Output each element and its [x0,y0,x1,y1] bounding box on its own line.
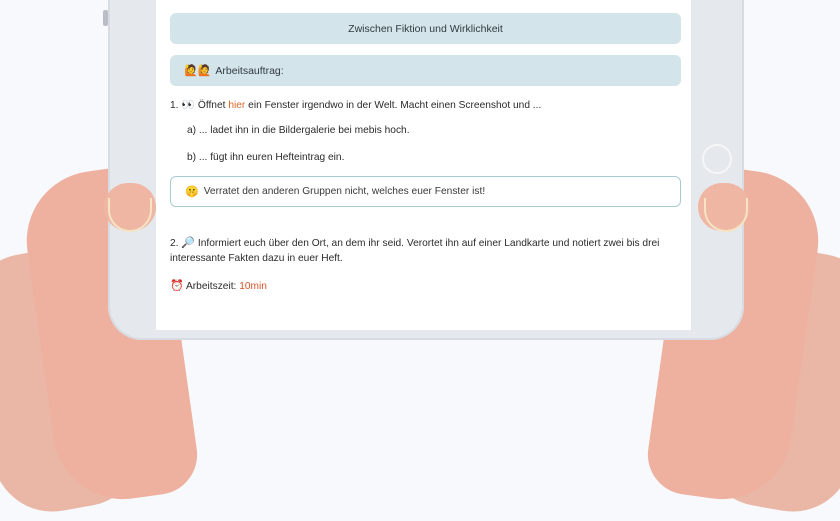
task-header: 🙋🙋 Arbeitsauftrag: [170,55,681,86]
eyes-icon: 👀 [181,98,196,111]
task-header-label: Arbeitsauftrag: [215,64,284,77]
task-item-2-line1: Informiert euch über den Ort, an dem ihr… [197,238,660,249]
task-item-2-number: 2. [170,238,179,249]
page-title: Zwischen Fiktion und Wirklichkeit [170,13,681,44]
alarm-clock-icon: ⏰ [170,279,184,292]
sub-item-a: a) ... ladet ihn in die Bildergalerie be… [187,125,410,136]
working-time-value: 10min [239,281,267,292]
task-item-1-number: 1. [170,100,179,111]
page-title-text: Zwischen Fiktion und Wirklichkeit [348,22,503,35]
secret-note: 🤫 Verratet den anderen Gruppen nicht, we… [170,176,681,207]
tablet-home-button [702,144,732,174]
working-time-label: Arbeitszeit: [185,281,237,292]
task-item-1-text-before: Öffnet [197,100,226,111]
task-item-1-text-after: ein Fenster irgendwo in der Welt. Macht … [248,100,542,111]
task-item-1: 1. 👀 Öffnet hier ein Fenster irgendwo in… [170,98,541,111]
shushing-face-icon: 🤫 [185,185,199,198]
window-link[interactable]: hier [228,100,245,111]
task-item-2-line2: interessante Fakten dazu in euer Heft. [170,253,343,264]
task-item-2: 2. 🔎 Informiert euch über den Ort, an de… [170,236,659,249]
sub-item-b: b) ... fügt ihn euren Hefteintrag ein. [187,152,345,163]
magnifier-icon: 🔎 [181,236,196,249]
raised-hands-icon: 🙋🙋 [184,64,212,77]
working-time: ⏰ Arbeitszeit: 10min [170,279,267,292]
tablet-side-button [103,10,108,26]
secret-note-text: Verratet den anderen Gruppen nicht, welc… [203,186,486,197]
